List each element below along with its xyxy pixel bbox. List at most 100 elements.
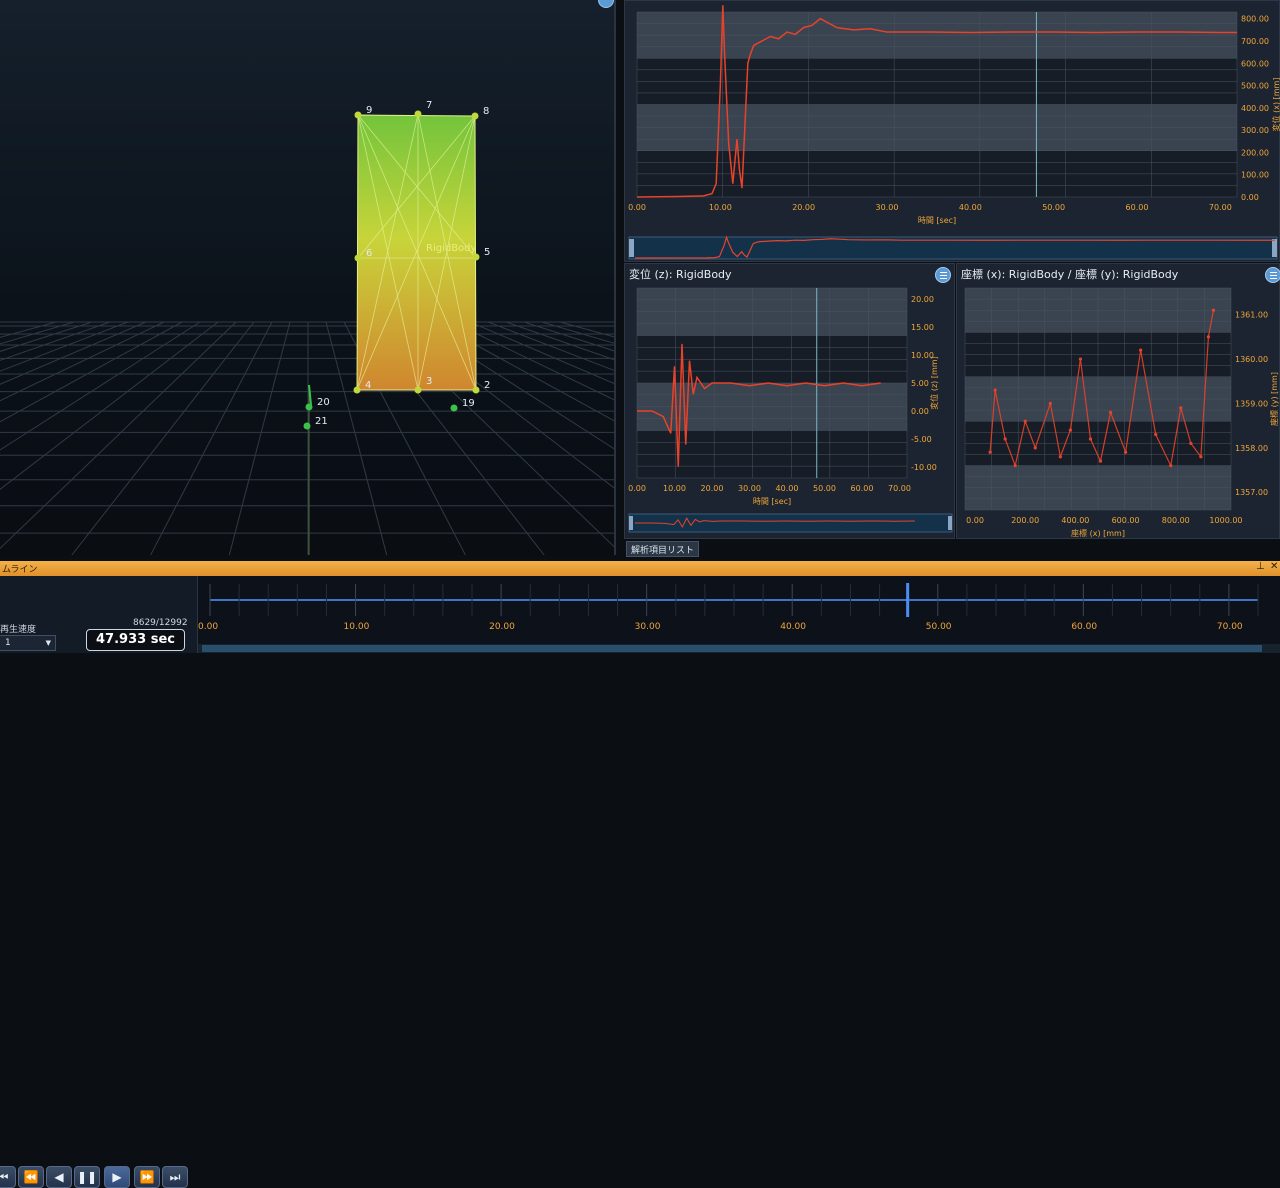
- chart-panel-xy: 座標 (x): RigidBody / 座標 (y): RigidBody 0.…: [956, 263, 1280, 539]
- speed-value: 1: [5, 638, 11, 648]
- x-tick-label: 800.00: [1162, 516, 1190, 525]
- x-tick-label: 1000.00: [1209, 516, 1242, 525]
- grid-line: [228, 321, 291, 555]
- y-axis-label: 変位 (x) [mm]: [1271, 78, 1280, 132]
- play-reverse-button[interactable]: ◀: [46, 1166, 72, 1188]
- y-tick-label: 500.00: [1241, 82, 1269, 91]
- step-back-button[interactable]: ⏪: [18, 1166, 44, 1188]
- marker-label-2: 2: [484, 380, 491, 391]
- data-point: [1124, 450, 1128, 454]
- timeline-track[interactable]: [198, 576, 1280, 653]
- marker-label-20: 20: [317, 397, 330, 408]
- close-icon[interactable]: ✕: [1270, 561, 1278, 572]
- last-frame-button[interactable]: ⏭: [162, 1166, 188, 1188]
- x-axis-label: 時間 [sec]: [753, 497, 791, 506]
- grid-line: [469, 321, 614, 384]
- chart-displacement-x[interactable]: 0.00 10.00 20.00 30.00 40.00 50.00 60.00 70.00 0…: [625, 1, 1280, 263]
- grid-line: [0, 321, 165, 402]
- data-point: [1078, 357, 1083, 361]
- marker-3: [414, 386, 422, 394]
- timeline-tick-label: 10.00: [343, 622, 370, 632]
- chevron-down-icon: ▼: [45, 639, 51, 647]
- x-axis-label: 座標 (x) [mm]: [1071, 528, 1125, 538]
- timeline-title: ムライン: [2, 565, 38, 575]
- data-point: [1013, 464, 1017, 468]
- marker-label-6: 6: [366, 248, 373, 259]
- scroller-handle-right: [948, 516, 952, 530]
- data-point: [1088, 437, 1093, 441]
- 3d-viewport[interactable]: RigidBody 9 7 8 6 5 4 3 2 20 21 19: [0, 0, 616, 555]
- data-point: [1003, 437, 1007, 441]
- pause-button[interactable]: ❚❚: [74, 1166, 100, 1188]
- marker-label-9: 9: [366, 105, 373, 116]
- y-tick-label: 300.00: [1241, 126, 1269, 135]
- y-tick-label: 20.00: [911, 295, 934, 304]
- y-tick-label: 15.00: [911, 323, 934, 332]
- marker-4: [353, 386, 361, 394]
- step-forward-button[interactable]: ⏩: [134, 1166, 160, 1188]
- marker-label-21: 21: [315, 416, 328, 427]
- data-point: [1154, 432, 1158, 437]
- scroller-handle-right: [1272, 239, 1277, 257]
- x-tick-label: 30.00: [876, 203, 899, 212]
- marker-20: [305, 403, 313, 411]
- x-tick-label: 200.00: [1011, 516, 1039, 525]
- timeline-title-bar: ムライン ⊥ ✕: [0, 561, 1280, 576]
- timeline-tick-label: 60.00: [1071, 622, 1098, 632]
- x-axis-label: 時間 [sec]: [918, 216, 956, 225]
- x-tick-label: 0.00: [628, 203, 646, 212]
- marker-5: [472, 253, 480, 261]
- y-tick-label: 1360.00: [1235, 355, 1268, 364]
- x-tick-label: 70.00: [888, 484, 911, 493]
- x-tick-label: 50.00: [1042, 203, 1065, 212]
- y-tick-label: -5.00: [911, 435, 932, 444]
- scroller-handle-left: [629, 239, 634, 257]
- rigid-body-label: RigidBody: [426, 243, 477, 254]
- grid-line: [0, 321, 219, 490]
- x-tick-label: 400.00: [1061, 516, 1089, 525]
- y-tick-label: 1359.00: [1235, 399, 1268, 408]
- x-tick-label: 60.00: [851, 484, 874, 493]
- timeline-tick-label: 50.00: [925, 622, 952, 632]
- grid-line: [451, 321, 614, 401]
- marker-8: [471, 112, 479, 120]
- analysis-list-tab[interactable]: 解析項目リスト: [626, 541, 700, 557]
- chart-displacement-z[interactable]: 0.00 10.00 20.00 30.00 40.00 50.00 60.00 70.00 2…: [625, 264, 956, 540]
- timeline-tick-label: 0.00: [198, 622, 219, 632]
- x-tick-label: 40.00: [959, 203, 982, 212]
- y-tick-label: 800.00: [1241, 15, 1269, 24]
- y-tick-label: 100.00: [1241, 171, 1269, 180]
- y-tick-label: 700.00: [1241, 37, 1269, 46]
- grid-line: [505, 321, 614, 361]
- speed-select[interactable]: 1 ▼: [0, 635, 56, 651]
- marker-19: [450, 404, 458, 412]
- x-tick-label: 40.00: [776, 484, 799, 493]
- chart-xy-scatter[interactable]: 0.00 200.00 400.00 600.00 800.00 1000.00 1361.…: [957, 264, 1280, 540]
- data-point: [1199, 455, 1203, 459]
- play-button[interactable]: ▶: [104, 1166, 130, 1188]
- timeline-tick-label: 70.00: [1216, 622, 1243, 632]
- marker-9: [354, 111, 362, 119]
- data-point: [1058, 455, 1062, 459]
- playhead: [906, 583, 910, 617]
- grid-line: [0, 321, 111, 361]
- x-tick-label: 0.00: [628, 484, 646, 493]
- data-point: [993, 388, 997, 392]
- y-tick-label: 1357.00: [1235, 488, 1268, 497]
- marker-label-3: 3: [426, 376, 433, 387]
- marker-21: [303, 422, 311, 430]
- pin-icon[interactable]: ⊥: [1256, 561, 1265, 572]
- x-tick-label: 30.00: [738, 484, 761, 493]
- data-point: [1068, 428, 1072, 432]
- data-point: [1048, 401, 1052, 406]
- data-point: [1108, 410, 1113, 414]
- first-frame-button[interactable]: ⏮: [0, 1166, 16, 1188]
- marker-label-8: 8: [483, 106, 490, 117]
- x-tick-label: 60.00: [1126, 203, 1149, 212]
- y-tick-label: 400.00: [1241, 104, 1269, 113]
- marker-2: [472, 386, 480, 394]
- 3d-scene: [0, 110, 614, 555]
- y-axis-label: 変位 (z) [mm]: [929, 356, 939, 409]
- y-tick-label: 600.00: [1241, 59, 1269, 68]
- y-tick-label: 1358.00: [1235, 444, 1268, 453]
